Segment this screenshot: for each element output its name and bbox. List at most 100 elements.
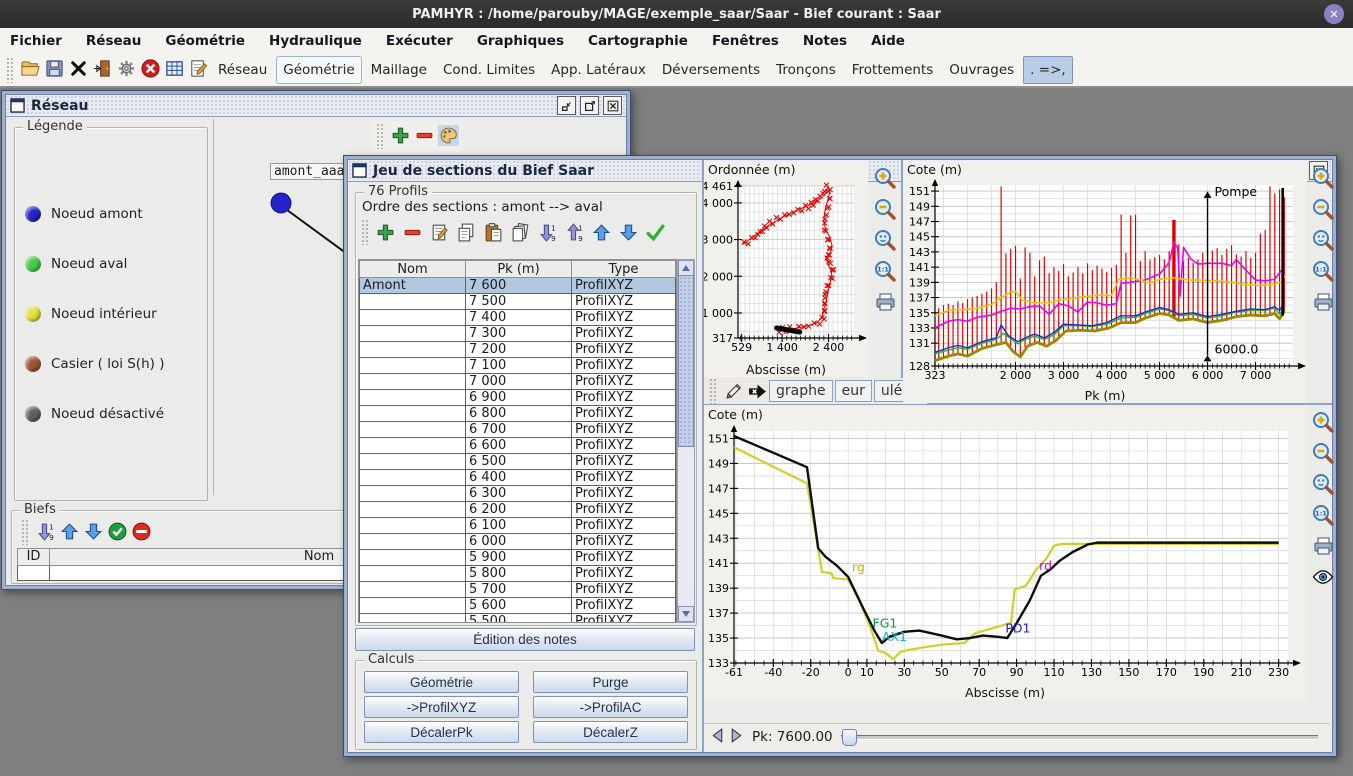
calcul-button[interactable]: Purge: [533, 671, 688, 693]
next-profile-icon[interactable]: [727, 726, 746, 749]
zoom-out-icon[interactable]: [873, 197, 897, 221]
section-row[interactable]: 6 400ProfilXYZ: [360, 470, 676, 486]
section-row[interactable]: 5 800ProfilXYZ: [360, 566, 676, 582]
save-icon[interactable]: [42, 56, 66, 80]
grid-table-icon[interactable]: [162, 56, 186, 80]
validate-icon[interactable]: [643, 220, 667, 244]
settings-gear-icon[interactable]: [114, 56, 138, 80]
section-row[interactable]: 6 600ProfilXYZ: [360, 438, 676, 454]
minimize-icon[interactable]: [557, 96, 576, 115]
menu-item[interactable]: Géométrie: [165, 33, 245, 49]
toolbar-button[interactable]: Déversements: [656, 57, 766, 83]
toolbar-button[interactable]: Tronçons: [770, 57, 842, 83]
section-row[interactable]: 6 800ProfilXYZ: [360, 406, 676, 422]
sections-scrollbar[interactable]: [677, 259, 695, 623]
section-row[interactable]: 5 700ProfilXYZ: [360, 582, 676, 598]
section-row[interactable]: 6 100ProfilXYZ: [360, 518, 676, 534]
profils-toolbar-handle[interactable]: [361, 219, 370, 245]
section-row[interactable]: 7 300ProfilXYZ: [360, 326, 676, 342]
scrollbar-thumb[interactable]: [678, 275, 694, 447]
col-type[interactable]: Type: [572, 261, 676, 278]
section-row[interactable]: 7 200ProfilXYZ: [360, 342, 676, 358]
remove-icon[interactable]: [412, 123, 436, 147]
cross-section-chart[interactable]: -61-40-200103050709011013015017019021023…: [704, 423, 1304, 681]
remove-icon[interactable]: [400, 220, 424, 244]
plot-tab[interactable]: graphe: [769, 380, 833, 402]
toolbar-button[interactable]: Cond. Limites: [437, 57, 541, 83]
add-icon[interactable]: [373, 220, 397, 244]
edit-note-icon[interactable]: [186, 56, 210, 80]
move-down-icon[interactable]: [81, 519, 105, 543]
section-row[interactable]: 7 000ProfilXYZ: [360, 374, 676, 390]
scroll-down-icon[interactable]: [678, 606, 694, 622]
section-row[interactable]: 5 900ProfilXYZ: [360, 550, 676, 566]
calcul-button[interactable]: Géométrie: [364, 671, 519, 693]
menu-item[interactable]: Fichier: [10, 33, 62, 49]
eye-icon[interactable]: [1311, 565, 1335, 589]
zoom-1-1-icon[interactable]: 1:1: [1311, 503, 1335, 527]
sort-desc-icon[interactable]: 19: [535, 220, 559, 244]
canvas-toolbar-handle[interactable]: [376, 123, 385, 149]
sort-desc-icon[interactable]: 19: [33, 519, 57, 543]
menu-item[interactable]: Réseau: [86, 33, 141, 49]
col-pk[interactable]: Pk (m): [466, 261, 572, 278]
menu-item[interactable]: Notes: [803, 33, 847, 49]
paste-icon[interactable]: [481, 220, 505, 244]
upstream-node[interactable]: [271, 193, 291, 213]
section-row[interactable]: 7 100ProfilXYZ: [360, 358, 676, 374]
zoom-fit-icon[interactable]: [873, 228, 897, 252]
toolbar-drag-handle[interactable]: [6, 57, 15, 83]
calcul-button[interactable]: ->ProfilXYZ: [364, 696, 519, 718]
sections-table[interactable]: Nom Pk (m) Type Amont7 600ProfilXYZ 7 50…: [359, 260, 676, 623]
toolbar-button[interactable]: Géométrie: [277, 57, 360, 83]
section-row[interactable]: 5 600ProfilXYZ: [360, 598, 676, 614]
zoom-fit-icon[interactable]: [1311, 228, 1335, 252]
edit-icon[interactable]: [427, 220, 451, 244]
zoom-out-icon[interactable]: [1311, 441, 1335, 465]
palette-icon[interactable]: [436, 123, 460, 147]
plan-chart[interactable]: 5291 4002 4004 4614 0003 0002 0001 00031…: [704, 178, 868, 356]
zoom-fit-icon[interactable]: [1311, 472, 1335, 496]
menu-item[interactable]: Exécuter: [386, 33, 453, 49]
zoom-1-1-icon[interactable]: 1:1: [873, 259, 897, 283]
move-up-icon[interactable]: [57, 519, 81, 543]
toolbar-button[interactable]: Ouvrages: [943, 57, 1020, 83]
print-icon[interactable]: [1311, 290, 1335, 314]
section-row[interactable]: 7 400ProfilXYZ: [360, 310, 676, 326]
section-row[interactable]: 7 500ProfilXYZ: [360, 294, 676, 310]
col-nom[interactable]: Nom: [360, 261, 466, 278]
menu-item[interactable]: Hydraulique: [269, 33, 362, 49]
zoom-in-icon[interactable]: [1311, 410, 1335, 434]
zoom-1-1-icon[interactable]: 1:1: [1311, 259, 1335, 283]
disable-minus-icon[interactable]: [129, 519, 153, 543]
close-x-icon[interactable]: [66, 56, 90, 80]
add-icon[interactable]: [388, 123, 412, 147]
maximize-icon[interactable]: [580, 96, 599, 115]
section-row[interactable]: 6 000ProfilXYZ: [360, 534, 676, 550]
biefs-toolbar-handle[interactable]: [21, 519, 30, 545]
sheets-icon[interactable]: [508, 220, 532, 244]
toolbar-button[interactable]: . =>,: [1024, 57, 1072, 83]
copy-icon[interactable]: [454, 220, 478, 244]
toolbar-button[interactable]: Frottements: [846, 57, 940, 83]
pencil2-icon[interactable]: [721, 379, 745, 403]
plot-tab[interactable]: eur: [835, 380, 872, 402]
print-icon[interactable]: [1311, 534, 1335, 558]
enable-check-icon[interactable]: [105, 519, 129, 543]
section-row[interactable]: 6 200ProfilXYZ: [360, 502, 676, 518]
window-close-button[interactable]: ✕: [1324, 4, 1344, 24]
section-row[interactable]: 5 500ProfilXYZ: [360, 614, 676, 624]
biefs-col-id[interactable]: ID: [18, 548, 50, 565]
calcul-button[interactable]: ->ProfilAC: [533, 696, 688, 718]
toolbar-button[interactable]: Réseau: [212, 57, 273, 83]
move-down-icon[interactable]: [616, 220, 640, 244]
move-up-icon[interactable]: [589, 220, 613, 244]
arrow-x-icon[interactable]: [745, 379, 769, 403]
pk-slider[interactable]: [841, 729, 1318, 745]
toolbar-button[interactable]: Maillage: [365, 57, 433, 83]
section-row[interactable]: Amont7 600ProfilXYZ: [360, 278, 676, 294]
reseau-window-titlebar[interactable]: Réseau: [6, 95, 626, 117]
close-icon[interactable]: [603, 96, 622, 115]
section-row[interactable]: 6 900ProfilXYZ: [360, 390, 676, 406]
stop-icon[interactable]: [138, 56, 162, 80]
